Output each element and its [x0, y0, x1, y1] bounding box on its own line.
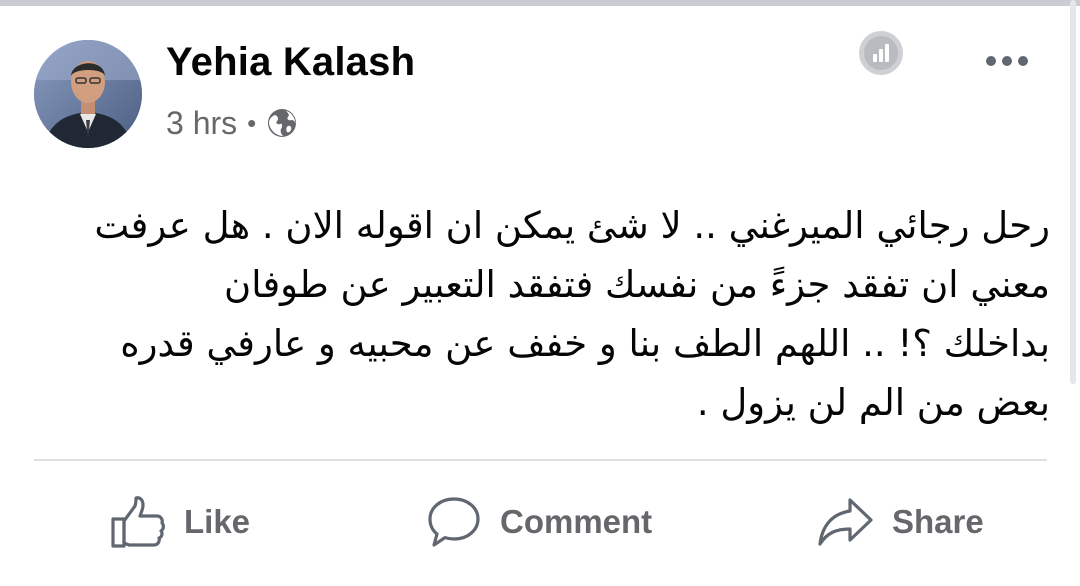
- divider: [34, 459, 1047, 461]
- comment-bubble-icon: [426, 494, 482, 550]
- comment-label: Comment: [500, 503, 653, 540]
- post-timestamp[interactable]: 3 hrs: [166, 105, 237, 142]
- comment-button[interactable]: Comment: [426, 488, 652, 556]
- avatar-image: [34, 40, 142, 148]
- more-dot: [1002, 56, 1012, 66]
- scrollbar[interactable]: [1070, 0, 1076, 384]
- post-text-line: رحل رجائي الميرغني .. لا شئ يمكن ان اقول…: [94, 204, 1050, 247]
- like-label: Like: [184, 503, 251, 540]
- top-border: [0, 0, 1080, 6]
- facebook-post-card: Yehia Kalash 3 hrs • رحل رجائي الميرغني …: [0, 0, 1080, 586]
- post-text-line: بعض من الم لن يزول .: [696, 381, 1050, 424]
- more-dot: [1018, 56, 1028, 66]
- post-action-bar: Like Comment Share: [0, 478, 1080, 568]
- insights-icon[interactable]: [858, 30, 904, 76]
- more-options-icon[interactable]: [980, 40, 1034, 82]
- post-meta: 3 hrs •: [166, 104, 298, 142]
- globe-icon[interactable]: [266, 107, 298, 139]
- like-button[interactable]: Like: [108, 488, 250, 556]
- more-dot: [986, 56, 996, 66]
- author-name[interactable]: Yehia Kalash: [166, 40, 415, 85]
- share-button[interactable]: Share: [816, 488, 984, 556]
- share-label: Share: [892, 503, 984, 540]
- post-body: رحل رجائي الميرغني .. لا شئ يمكن ان اقول…: [60, 196, 1050, 432]
- avatar[interactable]: [34, 40, 142, 148]
- share-arrow-icon: [816, 494, 874, 550]
- meta-separator: •: [247, 107, 257, 138]
- post-text-line: بداخلك ؟! .. اللهم الطف بنا و خفف عن محب…: [120, 322, 1050, 365]
- post-text-line: معني ان تفقد جزءً من نفسك فتفقد التعبير …: [224, 263, 1050, 306]
- thumbs-up-icon: [108, 494, 166, 550]
